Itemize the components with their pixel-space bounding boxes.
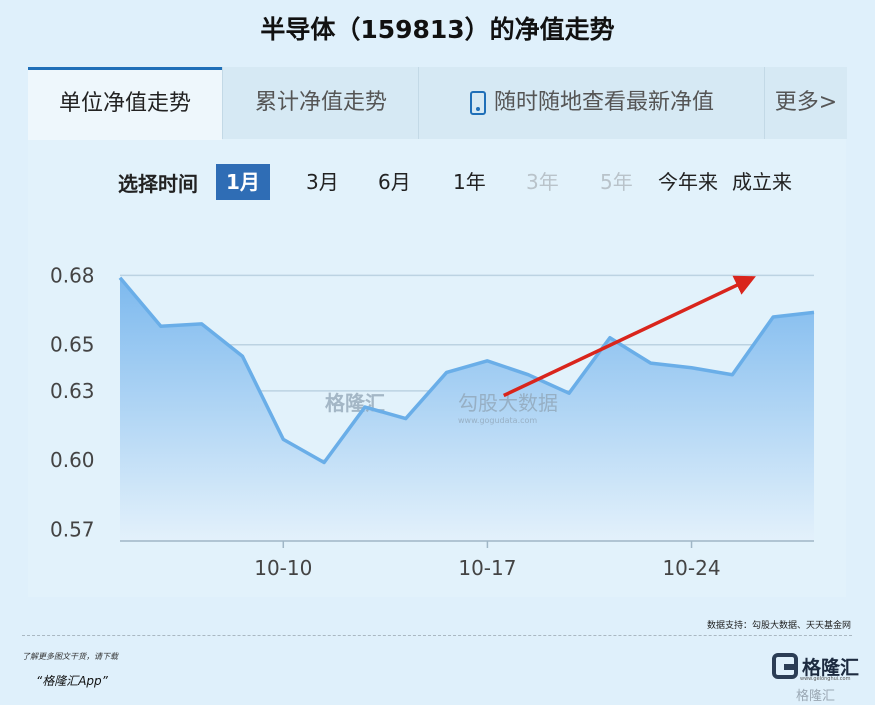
x-tick-label: 10-10 [254,556,312,580]
logo-icon [772,653,798,679]
x-tick-label: 10-24 [662,556,720,580]
watermark-url: www.gogudata.com [458,416,537,425]
y-tick-label: 0.60 [50,448,95,472]
logo-url: www.gelonghui.com [800,676,851,682]
data-source: 数据支持：勾股大数据、天天基金网 [706,621,851,631]
y-tick-label: 0.63 [50,379,95,403]
y-tick-label: 0.68 [50,263,95,287]
y-tick-label: 0.57 [50,517,95,541]
nav-chart: 0.680.650.630.600.57格隆汇 勾股大数据www.gogudata… [50,263,815,580]
footer-divider [22,635,852,636]
download-note: 了解更多图文干货，请下载 [22,652,118,661]
corner-watermark: 格隆汇 [796,689,836,704]
app-name-note: “格隆汇App” [36,674,108,688]
x-tick-label: 10-17 [458,556,516,580]
y-tick-label: 0.65 [50,333,95,357]
